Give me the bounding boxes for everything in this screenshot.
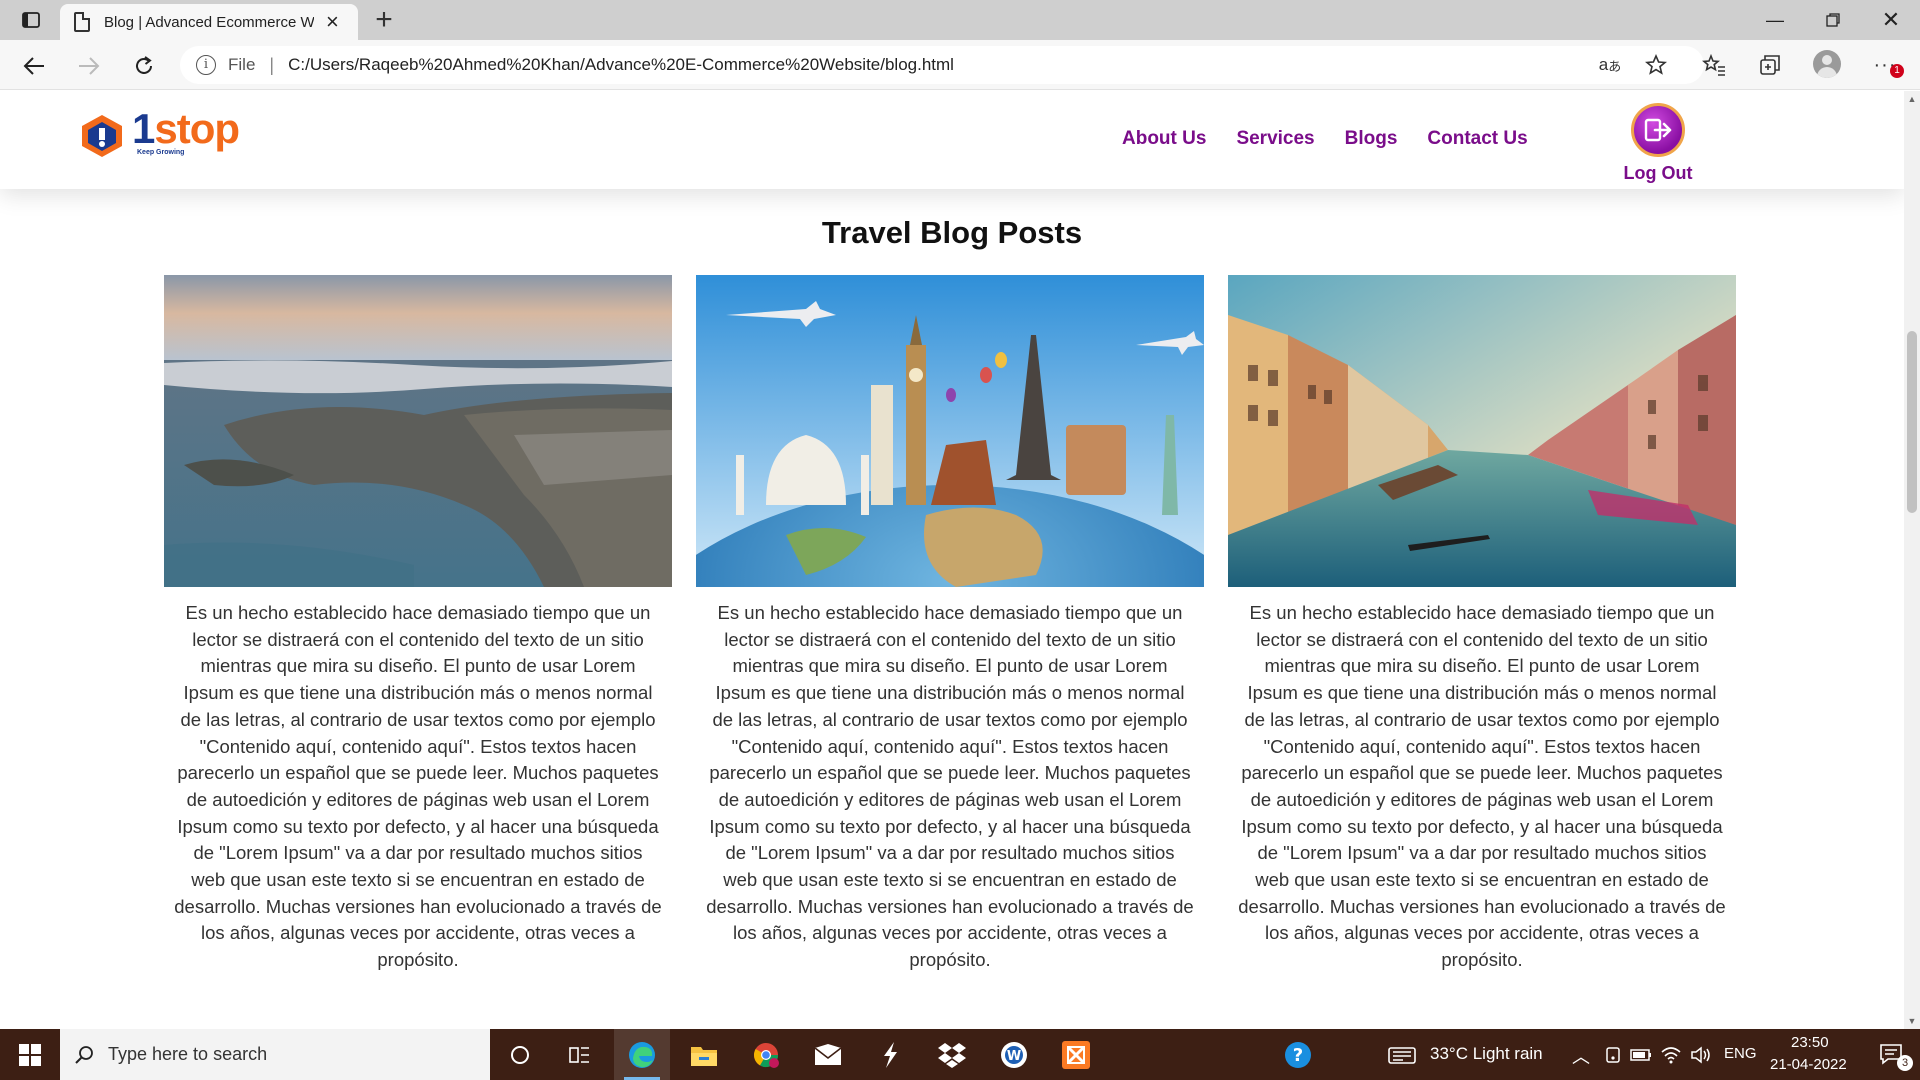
page-scrollbar[interactable]: ▲ ▼	[1904, 91, 1920, 1029]
tab-title: Blog | Advanced Ecommerce Website	[104, 13, 314, 31]
edge-browser-icon[interactable]	[614, 1029, 670, 1080]
page-icon	[74, 12, 90, 32]
main-nav: About Us Services Blogs Contact Us	[1122, 128, 1528, 150]
scroll-up-icon[interactable]: ▲	[1904, 91, 1920, 107]
xampp-icon[interactable]	[1048, 1029, 1104, 1080]
device-icon[interactable]	[1598, 1029, 1628, 1080]
logout-label[interactable]: Log Out	[1615, 163, 1701, 184]
logout-button[interactable]: Log Out	[1615, 103, 1701, 184]
blog-post: Es un hecho establecido hace demasiado t…	[696, 275, 1204, 974]
show-hidden-icons[interactable]: ︿	[1572, 1043, 1590, 1069]
tab-close-icon[interactable]: ×	[326, 11, 339, 33]
page-viewport: 1stop Keep Growing About Us Services Blo…	[0, 91, 1904, 1029]
svg-text:W: W	[1007, 1049, 1021, 1064]
nav-contact-us[interactable]: Contact Us	[1427, 128, 1527, 150]
battery-icon[interactable]	[1626, 1029, 1656, 1080]
notification-badge: 1	[1890, 64, 1904, 78]
post-image-aerial-coastline	[164, 275, 672, 587]
site-header: 1stop Keep Growing About Us Services Blo…	[0, 91, 1904, 189]
chrome-icon[interactable]	[738, 1029, 794, 1080]
browser-tab-active[interactable]: Blog | Advanced Ecommerce Website ×	[60, 4, 358, 40]
scrollbar-thumb[interactable]	[1907, 331, 1917, 513]
favorites-icon[interactable]	[1699, 50, 1729, 80]
logo-tagline: Keep Growing	[137, 149, 185, 156]
new-tab-icon[interactable]: +	[368, 4, 400, 36]
weather-text[interactable]: 33°C Light rain	[1430, 1044, 1543, 1064]
collections-icon[interactable]	[1755, 50, 1785, 80]
add-favorite-icon[interactable]	[1641, 50, 1671, 80]
close-window-icon[interactable]: ✕	[1862, 0, 1920, 40]
svg-text:?: ?	[1293, 1045, 1303, 1066]
post-text: Es un hecho establecido hace demasiado t…	[174, 602, 662, 971]
bolt-app-icon[interactable]	[862, 1029, 918, 1080]
logout-icon[interactable]	[1631, 103, 1685, 157]
post-image-venice-canal	[1228, 275, 1736, 587]
logo-mark-icon	[82, 115, 122, 157]
blog-post: Es un hecho establecido hace demasiado t…	[1228, 275, 1736, 974]
tab-actions-icon[interactable]	[18, 8, 44, 32]
back-icon[interactable]	[17, 49, 51, 83]
nav-blogs[interactable]: Blogs	[1345, 128, 1398, 150]
page-title: Travel Blog Posts	[821, 215, 1083, 250]
site-logo[interactable]: 1stop Keep Growing	[80, 105, 240, 165]
scroll-down-icon[interactable]: ▼	[1904, 1013, 1920, 1029]
blog-post: Es un hecho establecido hace demasiado t…	[164, 275, 672, 974]
action-center-icon[interactable]: 3	[1864, 1029, 1920, 1080]
address-bar-row: i File | C:/Users/Raqeeb%20Ahmed%20Khan/…	[0, 40, 1920, 90]
blog-posts-grid: Es un hecho establecido hace demasiado t…	[164, 275, 1736, 995]
restore-icon[interactable]	[1804, 0, 1862, 40]
nav-about-us[interactable]: About Us	[1122, 128, 1206, 150]
taskbar-search-box[interactable]: Type here to search	[60, 1029, 490, 1080]
read-aloud-icon[interactable]: aあ	[1595, 50, 1625, 80]
wifi-icon[interactable]	[1656, 1029, 1686, 1080]
post-text: Es un hecho establecido hace demasiado t…	[1238, 602, 1726, 971]
file-label: File	[228, 55, 256, 74]
weather-icon[interactable]	[1382, 1029, 1422, 1080]
minimize-icon[interactable]: —	[1746, 0, 1804, 40]
action-center-count: 3	[1897, 1055, 1913, 1071]
post-image-world-landmarks	[696, 275, 1204, 587]
site-info-icon[interactable]: i	[196, 55, 216, 75]
url-field[interactable]: i File | C:/Users/Raqeeb%20Ahmed%20Khan/…	[180, 46, 1704, 84]
clock-time[interactable]: 23:50	[1791, 1034, 1829, 1051]
browser-tab-bar: Blog | Advanced Ecommerce Website × + — …	[0, 0, 1920, 40]
mail-icon[interactable]	[800, 1029, 856, 1080]
word-app-icon[interactable]: W	[986, 1029, 1042, 1080]
url-text[interactable]: C:/Users/Raqeeb%20Ahmed%20Khan/Advance%2…	[288, 55, 954, 75]
file-explorer-icon[interactable]	[676, 1029, 732, 1080]
profile-avatar[interactable]	[1813, 50, 1841, 78]
windows-taskbar: Type here to search W ? 33°C Light rain …	[0, 1029, 1920, 1080]
dropbox-icon[interactable]	[924, 1029, 980, 1080]
task-view-icon[interactable]	[552, 1029, 608, 1080]
volume-icon[interactable]	[1686, 1029, 1716, 1080]
url-separator: |	[269, 54, 275, 75]
windows-start-icon[interactable]	[0, 1029, 60, 1080]
cortana-icon[interactable]	[492, 1029, 548, 1080]
nav-services[interactable]: Services	[1236, 128, 1314, 150]
clock-date[interactable]: 21-04-2022	[1770, 1056, 1847, 1073]
logo-wordmark: 1stop	[132, 105, 240, 152]
search-placeholder: Type here to search	[108, 1044, 268, 1064]
search-icon	[75, 1045, 93, 1064]
post-text: Es un hecho establecido hace demasiado t…	[706, 602, 1194, 971]
help-icon[interactable]: ?	[1270, 1029, 1326, 1080]
forward-icon[interactable]	[72, 49, 106, 83]
language-indicator[interactable]: ENG	[1724, 1045, 1757, 1062]
refresh-icon[interactable]	[127, 49, 161, 83]
